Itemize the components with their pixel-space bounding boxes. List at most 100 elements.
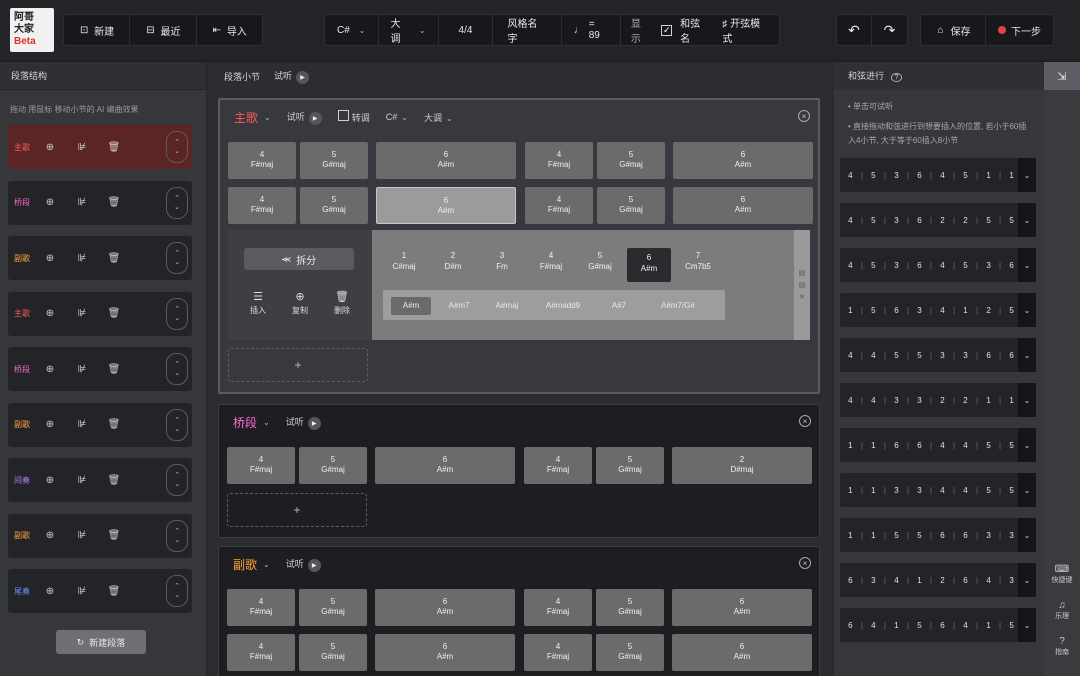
preview-all-button[interactable]: 试听 ▶ — [274, 69, 310, 84]
chord-cell[interactable]: 4 F#maj — [524, 589, 592, 626]
chord-cell[interactable]: 5 G#maj — [299, 447, 367, 484]
delete-icon[interactable]: 🗑 — [98, 475, 130, 486]
scale-degree-option[interactable]: 6 A#m — [627, 248, 671, 282]
popup-scrollbar[interactable]: ▤ ▤ ✕ — [794, 230, 810, 340]
chord-cell[interactable]: 4 F#maj — [227, 589, 295, 626]
chord-cell[interactable]: 4 F#maj — [525, 142, 593, 179]
copy-icon[interactable]: ⊕ — [34, 364, 66, 375]
transpose-toggle[interactable]: 转调 — [337, 110, 370, 124]
chord-cell[interactable]: 5 G#maj — [300, 187, 368, 224]
reorder-handle[interactable]: ⌃ ⌄ — [166, 131, 188, 163]
chevron-down-icon[interactable]: ⌄ — [1018, 428, 1036, 462]
progression-row[interactable]: 6 | 3 | 4 | 1 | 2 | 6 | 4 | 3 ⌄ — [840, 563, 1036, 597]
split-icon[interactable]: ⊯ — [66, 253, 98, 264]
split-icon[interactable]: ⊯ — [66, 364, 98, 375]
section-preview-button[interactable]: 试听 ▶ — [287, 110, 322, 125]
section-row[interactable]: 桥段 ⊕ ⊯ 🗑 ⌃ ⌄ — [8, 180, 192, 225]
section-row[interactable]: 间奏 ⊕ ⊯ 🗑 ⌃ ⌄ — [8, 458, 192, 502]
chord-cell[interactable]: 5 G#maj — [597, 187, 665, 224]
chord-cell[interactable]: 4 F#maj — [525, 187, 593, 224]
split-icon[interactable]: ⊯ — [66, 419, 98, 430]
chevron-down-icon[interactable]: ⌄ — [1018, 293, 1036, 327]
progression-row[interactable]: 4 | 5 | 3 | 6 | 2 | 2 | 5 | 5 ⌄ — [840, 203, 1036, 237]
progression-row[interactable]: 1 | 5 | 6 | 3 | 4 | 1 | 2 | 5 ⌄ — [840, 293, 1036, 327]
chord-cell[interactable]: 5 G#maj — [596, 447, 664, 484]
scale-degree-option[interactable]: 2 D#m — [431, 250, 475, 272]
reorder-handle[interactable]: ⌃ ⌄ — [166, 297, 188, 330]
close-icon[interactable]: × — [798, 110, 810, 122]
delete-icon[interactable]: 🗑 — [98, 419, 130, 430]
chord-variant[interactable]: A#m7/G# — [645, 297, 711, 315]
collapse-button[interactable]: ⇲ — [1044, 62, 1080, 90]
split-icon[interactable]: ⊯ — [66, 142, 98, 153]
chevron-down-icon[interactable]: ⌄ — [1018, 383, 1036, 417]
copy-button[interactable]: ⊕ 复制 — [282, 290, 318, 318]
reorder-handle[interactable]: ⌃ ⌄ — [166, 464, 188, 496]
delete-button[interactable]: 🗑 删除 — [324, 290, 360, 318]
pro-mode-toggle[interactable]: ♯ 开弦模式 — [722, 15, 769, 45]
scale-degree-option[interactable]: 3 Fm — [480, 250, 524, 272]
chord-cell[interactable]: 4 F#maj — [227, 447, 295, 484]
reorder-handle[interactable]: ⌃ ⌄ — [166, 519, 188, 552]
split-button[interactable]: ⪻ 拆分 — [244, 248, 354, 270]
copy-icon[interactable]: ⊕ — [34, 475, 66, 486]
section-mode-select[interactable]: 大调 ⌄ — [424, 111, 453, 124]
close-icon[interactable]: × — [799, 415, 811, 427]
import-button[interactable]: ⇤ 导入 — [197, 15, 262, 45]
chord-cell[interactable]: 4 F#maj — [524, 447, 592, 484]
section-key-select[interactable]: C# ⌄ — [386, 112, 408, 122]
section-row[interactable]: 尾奏 ⊕ ⊯ 🗑 ⌃ ⌄ — [8, 569, 192, 613]
reorder-handle[interactable]: ⌃ ⌄ — [166, 575, 188, 607]
copy-icon[interactable]: ⊕ — [34, 197, 66, 208]
chevron-down-icon[interactable]: ⌄ — [1018, 563, 1036, 597]
chord-cell[interactable]: 5 G#maj — [299, 634, 367, 671]
reorder-handle[interactable]: ⌃ ⌄ — [166, 353, 188, 385]
insert-button[interactable]: ☰ 插入 — [240, 290, 276, 318]
guide-button[interactable]: ? 指南 — [1044, 636, 1080, 658]
delete-icon[interactable]: 🗑 — [98, 197, 130, 208]
chord-cell[interactable]: 4 F#maj — [227, 634, 295, 671]
shortcuts-button[interactable]: ⌨ 快捷键 — [1044, 564, 1080, 586]
chevron-down-icon[interactable]: ⌄ — [1018, 203, 1036, 237]
chord-variant[interactable]: A#7 — [601, 297, 637, 315]
chevron-down-icon[interactable]: ⌄ — [1018, 608, 1036, 642]
time-signature[interactable]: 4/4 — [439, 15, 494, 45]
reorder-handle[interactable]: ⌃ ⌄ — [166, 408, 188, 441]
progression-row[interactable]: 1 | 1 | 3 | 3 | 4 | 4 | 5 | 5 ⌄ — [840, 473, 1036, 507]
progression-row[interactable]: 6 | 4 | 1 | 5 | 6 | 4 | 1 | 5 ⌄ — [840, 608, 1036, 642]
chord-variant[interactable]: A#m — [391, 297, 431, 315]
key-select[interactable]: C# ⌄ — [325, 15, 379, 45]
progression-row[interactable]: 4 | 4 | 3 | 3 | 2 | 2 | 1 | 1 ⌄ — [840, 383, 1036, 417]
section-preview-button[interactable]: 试听 ▶ — [286, 415, 321, 430]
copy-icon[interactable]: ⊕ — [34, 142, 66, 153]
scale-degree-option[interactable]: 1 C#maj — [382, 250, 426, 272]
copy-icon[interactable]: ⊕ — [34, 308, 66, 319]
next-step-button[interactable]: 下一步 — [986, 15, 1053, 45]
delete-icon[interactable]: 🗑 — [98, 253, 130, 264]
close-icon[interactable]: × — [799, 557, 811, 569]
chevron-down-icon[interactable]: ⌄ — [1018, 248, 1036, 282]
section-preview-button[interactable]: 试听 ▶ — [286, 557, 321, 572]
copy-icon[interactable]: ⊕ — [34, 586, 66, 597]
chevron-down-icon[interactable]: ⌄ — [1018, 473, 1036, 507]
delete-icon[interactable]: 🗑 — [98, 530, 130, 541]
chord-cell[interactable]: 6 A#m — [673, 187, 813, 224]
add-measure-button[interactable]: + — [228, 348, 368, 382]
add-measure-button[interactable]: + — [227, 493, 367, 527]
scale-degree-option[interactable]: 5 G#maj — [578, 250, 622, 272]
new-section-button[interactable]: ↻ 新建段落 — [56, 630, 146, 654]
progression-row[interactable]: 4 | 5 | 3 | 6 | 4 | 5 | 3 | 6 ⌄ — [840, 248, 1036, 282]
chord-cell[interactable]: 6 A#m — [375, 447, 515, 484]
redo-button[interactable]: ↷ — [872, 15, 907, 45]
progression-row[interactable]: 4 | 5 | 3 | 6 | 4 | 5 | 1 | 1 ⌄ — [840, 158, 1036, 192]
chord-cell[interactable]: 4 F#maj — [228, 187, 296, 224]
reorder-handle[interactable]: ⌃ ⌄ — [166, 186, 188, 219]
section-name-select[interactable]: 主歌 ⌄ — [234, 109, 271, 126]
reorder-handle[interactable]: ⌃ ⌄ — [166, 242, 188, 274]
section-row[interactable]: 主歌 ⊕ ⊯ 🗑 ⌃ ⌄ — [8, 125, 192, 169]
section-row[interactable]: 副歌 ⊕ ⊯ 🗑 ⌃ ⌄ — [8, 513, 192, 558]
section-row[interactable]: 副歌 ⊕ ⊯ 🗑 ⌃ ⌄ — [8, 402, 192, 447]
recent-button[interactable]: ⊟ 最近 — [130, 15, 197, 45]
chevron-down-icon[interactable]: ⌄ — [1018, 158, 1036, 192]
style-name[interactable]: 风格名字 — [493, 15, 562, 45]
